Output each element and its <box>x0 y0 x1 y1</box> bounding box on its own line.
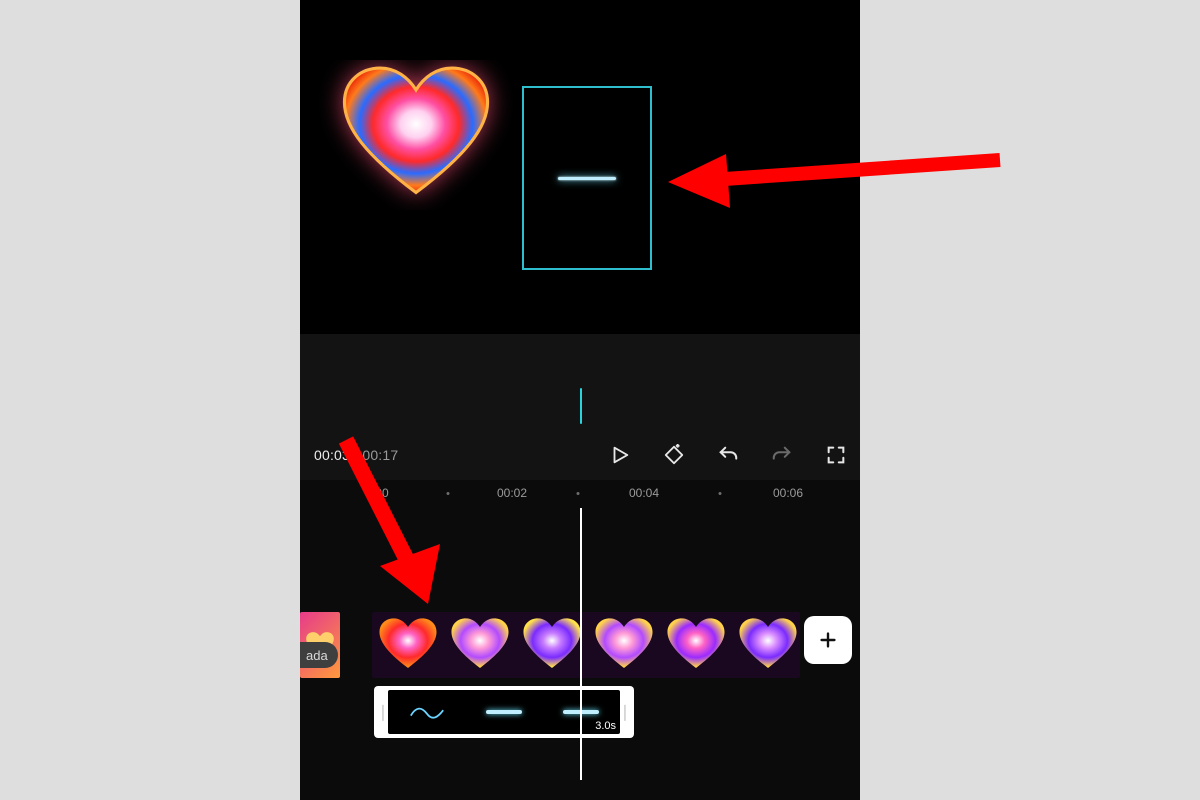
heart-icon <box>336 65 496 205</box>
clip-thumbnail <box>660 612 732 678</box>
selected-overlay-element[interactable] <box>522 86 652 270</box>
ruler-tick: 00:06 <box>773 486 803 500</box>
ruler-dot-icon <box>447 492 450 495</box>
overlay-effect-clip[interactable]: ❘ 3.0s ❘ <box>374 686 634 738</box>
effect-clip-body[interactable]: 3.0s <box>388 690 620 734</box>
playback-controls-bar: 00:03 / 00:17 <box>300 430 860 480</box>
clip-trim-handle-right[interactable]: ❘ <box>620 690 630 734</box>
effect-squiggle-icon <box>409 704 445 720</box>
clip-thumbnail <box>372 612 444 678</box>
ruler-tick: 00 <box>375 486 388 500</box>
ruler-dot-icon <box>577 492 580 495</box>
time-display: 00:03 / 00:17 <box>314 447 398 463</box>
preview-main-media <box>312 60 520 210</box>
fullscreen-button[interactable] <box>824 443 848 467</box>
add-keyframe-button[interactable] <box>662 443 686 467</box>
effect-bar-icon <box>486 710 522 714</box>
current-time: 00:03 <box>314 447 350 463</box>
ruler-dot-icon <box>719 492 722 495</box>
clip-thumbnail <box>444 612 516 678</box>
undo-button[interactable] <box>716 443 740 467</box>
preview-canvas[interactable] <box>300 0 860 334</box>
previous-clip-label[interactable]: ada <box>300 642 338 668</box>
add-clip-button[interactable] <box>804 616 852 664</box>
clip-thumbnail <box>732 612 800 678</box>
playhead-marker-icon <box>580 388 582 424</box>
ruler-tick: 00:02 <box>497 486 527 500</box>
clip-thumbnail <box>516 612 588 678</box>
clip-thumbnail <box>588 612 660 678</box>
playhead-line[interactable] <box>580 508 582 780</box>
clip-trim-handle-left[interactable]: ❘ <box>378 690 388 734</box>
redo-button[interactable] <box>770 443 794 467</box>
play-button[interactable] <box>608 443 632 467</box>
ruler-tick: 00:04 <box>629 486 659 500</box>
video-editor-screen: 00:03 / 00:17 <box>300 0 860 800</box>
total-time: 00:17 <box>362 447 398 463</box>
overlay-glow-bar-icon <box>558 177 616 180</box>
timeline-ruler[interactable]: 00 00:02 00:04 00:06 <box>300 480 860 508</box>
spacer-strip <box>300 334 860 440</box>
effect-duration-label: 3.0s <box>595 720 616 732</box>
main-clip[interactable] <box>372 612 800 678</box>
